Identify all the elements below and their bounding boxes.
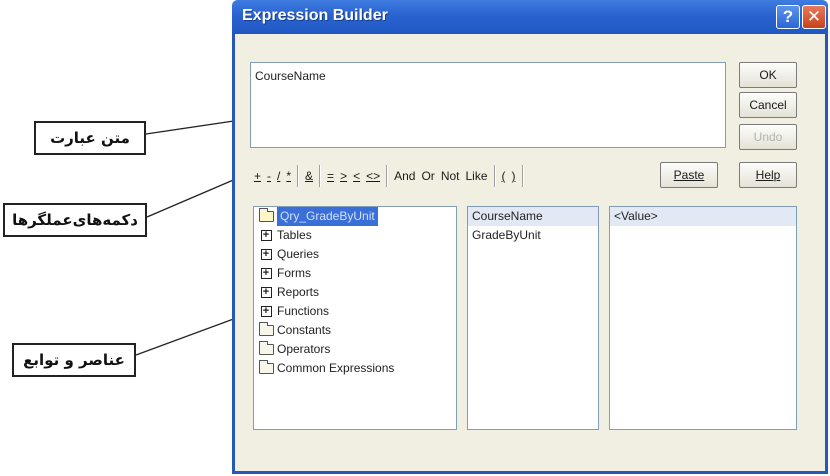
tree-item-constants[interactable]: Constants (254, 321, 456, 340)
annotation-elements-functions: عناصر و توابع (12, 343, 136, 377)
paste-button[interactable]: Paste (660, 162, 718, 188)
comparison-operators: = > < <> (324, 165, 383, 187)
tree-item-label: Qry_GradeByUnit (277, 207, 378, 226)
title-bar[interactable]: Expression Builder ? ✕ (232, 0, 828, 34)
tree-item-label: Queries (277, 247, 320, 261)
like-operator-button[interactable]: Like (463, 165, 491, 187)
expand-plus-icon[interactable]: + (258, 267, 274, 280)
open-paren-button[interactable]: ( (499, 165, 509, 187)
multiply-operator-button[interactable]: * (283, 165, 294, 187)
expand-plus-icon[interactable]: + (258, 229, 274, 242)
list-item-gradebyunit[interactable]: GradeByUnit (468, 226, 598, 245)
fields-list[interactable]: CourseName GradeByUnit (467, 206, 599, 430)
undo-button[interactable]: Undo (739, 124, 797, 150)
folder-icon (258, 360, 274, 375)
annotation-operator-buttons: دکمه‌های‌عملگرها (3, 203, 147, 237)
not-equal-operator-button[interactable]: <> (363, 165, 383, 187)
operator-separator (297, 165, 300, 187)
close-icon: ✕ (806, 7, 822, 26)
parenthesis-operators: ( ) (499, 165, 519, 187)
operator-separator (319, 165, 322, 187)
folder-icon (258, 322, 274, 337)
operator-separator (493, 165, 496, 187)
tree-item-label: Constants (277, 323, 332, 337)
list-item-value[interactable]: <Value> (610, 207, 796, 226)
not-operator-button[interactable]: Not (438, 165, 463, 187)
expression-value: CourseName (255, 69, 326, 83)
help-title-button[interactable]: ? (776, 5, 800, 29)
close-paren-button[interactable]: ) (509, 165, 519, 187)
tree-item-label: Forms (277, 266, 311, 280)
expand-plus-icon[interactable]: + (258, 305, 274, 318)
tree-item-reports[interactable]: + Reports (254, 283, 456, 302)
window-title: Expression Builder (242, 7, 388, 24)
arithmetic-operators: + - / * (251, 165, 294, 187)
equals-operator-button[interactable]: = (324, 165, 337, 187)
tree-item-label: Tables (277, 228, 312, 242)
expand-plus-icon[interactable]: + (258, 286, 274, 299)
logical-operators: And Or Not Like (391, 165, 490, 187)
tree-item-qry-gradebyunit[interactable]: Qry_GradeByUnit (254, 207, 456, 226)
tree-item-forms[interactable]: + Forms (254, 264, 456, 283)
plus-operator-button[interactable]: + (251, 165, 264, 187)
operator-separator (521, 165, 524, 187)
and-operator-button[interactable]: And (391, 165, 418, 187)
cancel-button[interactable]: Cancel (739, 92, 797, 118)
folder-icon (258, 341, 274, 356)
tree-item-operators[interactable]: Operators (254, 340, 456, 359)
tree-item-tables[interactable]: + Tables (254, 226, 456, 245)
less-than-operator-button[interactable]: < (350, 165, 363, 187)
ok-button[interactable]: OK (739, 62, 797, 88)
tree-item-common-expressions[interactable]: Common Expressions (254, 359, 456, 378)
concatenate-operator-button[interactable]: & (302, 165, 316, 187)
tree-item-queries[interactable]: + Queries (254, 245, 456, 264)
close-window-button[interactable]: ✕ (802, 5, 826, 29)
operator-separator (386, 165, 389, 187)
annotation-expression-text: متن عبارت (34, 121, 146, 155)
list-item-coursename[interactable]: CourseName (468, 207, 598, 226)
tree-item-functions[interactable]: + Functions (254, 302, 456, 321)
minus-operator-button[interactable]: - (264, 165, 274, 187)
tree-item-label: Reports (277, 285, 320, 299)
divide-operator-button[interactable]: / (274, 165, 283, 187)
expand-plus-icon[interactable]: + (258, 248, 274, 261)
greater-than-operator-button[interactable]: > (337, 165, 350, 187)
tree-item-label: Operators (277, 342, 331, 356)
operator-button-bar: + - / * & = > < <> And Or Not Like ( ) (251, 164, 527, 188)
expression-builder-window: Expression Builder ? ✕ CourseName OK Can… (232, 0, 828, 474)
values-list[interactable]: <Value> (609, 206, 797, 430)
tree-item-label: Functions (277, 304, 330, 318)
elements-tree[interactable]: Qry_GradeByUnit + Tables + Queries + For… (253, 206, 457, 430)
or-operator-button[interactable]: Or (418, 165, 437, 187)
expression-text-box[interactable]: CourseName (250, 62, 726, 148)
open-folder-icon (258, 208, 274, 223)
help-button[interactable]: Help (739, 162, 797, 188)
tree-item-label: Common Expressions (277, 361, 395, 375)
question-mark-icon: ? (782, 7, 794, 26)
